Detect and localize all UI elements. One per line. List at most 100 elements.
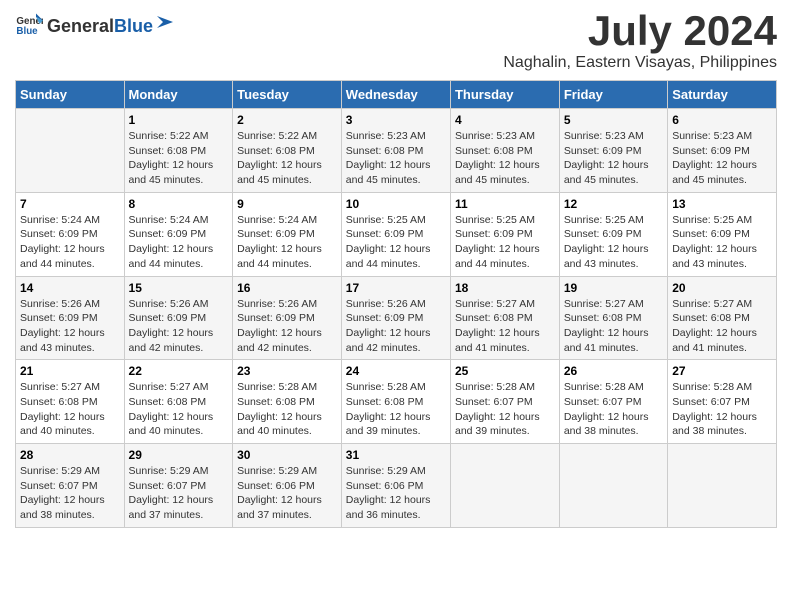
day-cell: 25Sunrise: 5:28 AM Sunset: 6:07 PM Dayli… xyxy=(450,360,559,444)
day-number: 5 xyxy=(564,113,663,127)
day-cell: 11Sunrise: 5:25 AM Sunset: 6:09 PM Dayli… xyxy=(450,192,559,276)
day-cell: 30 Sunrise: 5:29 AM Sunset: 6:06 PM Dayli… xyxy=(233,444,342,528)
day-info: Sunrise: 5:29 AM Sunset: 6:07 PM Dayligh… xyxy=(20,464,120,523)
day-number: 13 xyxy=(672,197,772,211)
day-cell: 14Sunrise: 5:26 AM Sunset: 6:09 PM Dayli… xyxy=(16,276,125,360)
day-cell: 18 Sunrise: 5:27 AM Sunset: 6:08 PM Dayli… xyxy=(450,276,559,360)
header-monday: Monday xyxy=(124,81,233,109)
day-info: Sunrise: 5:26 AM Sunset: 6:09 PM Dayligh… xyxy=(346,297,446,356)
day-cell: 24 Sunrise: 5:28 AM Sunset: 6:08 PM Dayli… xyxy=(341,360,450,444)
day-cell: 23Sunrise: 5:28 AM Sunset: 6:08 PM Dayli… xyxy=(233,360,342,444)
day-info: Sunrise: 5:24 AM Sunset: 6:09 PM Dayligh… xyxy=(20,213,120,272)
day-number: 12 xyxy=(564,197,663,211)
day-cell: 29 Sunrise: 5:29 AM Sunset: 6:07 PM Dayli… xyxy=(124,444,233,528)
day-number: 15 xyxy=(129,281,229,295)
day-number: 27 xyxy=(672,364,772,378)
day-cell: 28 Sunrise: 5:29 AM Sunset: 6:07 PM Dayli… xyxy=(16,444,125,528)
day-info: Sunrise: 5:23 AM Sunset: 6:08 PM Dayligh… xyxy=(455,129,555,188)
day-info: Sunrise: 5:25 AM Sunset: 6:09 PM Dayligh… xyxy=(672,213,772,272)
header-saturday: Saturday xyxy=(668,81,777,109)
day-info: Sunrise: 5:23 AM Sunset: 6:09 PM Dayligh… xyxy=(672,129,772,188)
day-info: Sunrise: 5:26 AM Sunset: 6:09 PM Dayligh… xyxy=(129,297,229,356)
day-cell: 17 Sunrise: 5:26 AM Sunset: 6:09 PM Dayli… xyxy=(341,276,450,360)
day-info: Sunrise: 5:24 AM Sunset: 6:09 PM Dayligh… xyxy=(237,213,337,272)
day-number: 20 xyxy=(672,281,772,295)
day-number: 11 xyxy=(455,197,555,211)
day-number: 4 xyxy=(455,113,555,127)
day-number: 29 xyxy=(129,448,229,462)
day-info: Sunrise: 5:28 AM Sunset: 6:08 PM Dayligh… xyxy=(237,380,337,439)
day-info: Sunrise: 5:28 AM Sunset: 6:08 PM Dayligh… xyxy=(346,380,446,439)
day-cell: 19 Sunrise: 5:27 AM Sunset: 6:08 PM Dayli… xyxy=(559,276,667,360)
day-cell: 7 Sunrise: 5:24 AM Sunset: 6:09 PM Daylig… xyxy=(16,192,125,276)
location: Naghalin, Eastern Visayas, Philippines xyxy=(503,54,777,72)
day-number: 28 xyxy=(20,448,120,462)
day-number: 18 xyxy=(455,281,555,295)
logo-icon: General Blue xyxy=(15,10,43,38)
day-cell xyxy=(668,444,777,528)
day-number: 8 xyxy=(129,197,229,211)
day-info: Sunrise: 5:25 AM Sunset: 6:09 PM Dayligh… xyxy=(346,213,446,272)
day-cell: 3 Sunrise: 5:23 AM Sunset: 6:08 PM Daylig… xyxy=(341,109,450,193)
day-number: 16 xyxy=(237,281,337,295)
day-number: 21 xyxy=(20,364,120,378)
day-number: 7 xyxy=(20,197,120,211)
day-cell: 8 Sunrise: 5:24 AM Sunset: 6:09 PM Daylig… xyxy=(124,192,233,276)
day-info: Sunrise: 5:24 AM Sunset: 6:09 PM Dayligh… xyxy=(129,213,229,272)
day-cell xyxy=(450,444,559,528)
day-info: Sunrise: 5:27 AM Sunset: 6:08 PM Dayligh… xyxy=(672,297,772,356)
calendar-table: SundayMondayTuesdayWednesdayThursdayFrid… xyxy=(15,80,777,528)
day-cell: 20 Sunrise: 5:27 AM Sunset: 6:08 PM Dayli… xyxy=(668,276,777,360)
day-info: Sunrise: 5:22 AM Sunset: 6:08 PM Dayligh… xyxy=(129,129,229,188)
day-cell: 4 Sunrise: 5:23 AM Sunset: 6:08 PM Daylig… xyxy=(450,109,559,193)
day-info: Sunrise: 5:29 AM Sunset: 6:06 PM Dayligh… xyxy=(237,464,337,523)
header-thursday: Thursday xyxy=(450,81,559,109)
day-cell: 1Sunrise: 5:22 AM Sunset: 6:08 PM Daylig… xyxy=(124,109,233,193)
day-cell: 21Sunrise: 5:27 AM Sunset: 6:08 PM Dayli… xyxy=(16,360,125,444)
day-number: 24 xyxy=(346,364,446,378)
day-number: 30 xyxy=(237,448,337,462)
day-cell: 27 Sunrise: 5:28 AM Sunset: 6:07 PM Dayli… xyxy=(668,360,777,444)
week-row-3: 14Sunrise: 5:26 AM Sunset: 6:09 PM Dayli… xyxy=(16,276,777,360)
header-wednesday: Wednesday xyxy=(341,81,450,109)
day-cell: 5 Sunrise: 5:23 AM Sunset: 6:09 PM Daylig… xyxy=(559,109,667,193)
logo-general: General xyxy=(47,16,114,37)
day-number: 31 xyxy=(346,448,446,462)
day-info: Sunrise: 5:23 AM Sunset: 6:08 PM Dayligh… xyxy=(346,129,446,188)
day-cell: 15 Sunrise: 5:26 AM Sunset: 6:09 PM Dayli… xyxy=(124,276,233,360)
day-info: Sunrise: 5:23 AM Sunset: 6:09 PM Dayligh… xyxy=(564,129,663,188)
day-number: 19 xyxy=(564,281,663,295)
day-cell: 9 Sunrise: 5:24 AM Sunset: 6:09 PM Daylig… xyxy=(233,192,342,276)
day-cell: 6Sunrise: 5:23 AM Sunset: 6:09 PM Daylig… xyxy=(668,109,777,193)
header-tuesday: Tuesday xyxy=(233,81,342,109)
day-cell: 26Sunrise: 5:28 AM Sunset: 6:07 PM Dayli… xyxy=(559,360,667,444)
day-info: Sunrise: 5:25 AM Sunset: 6:09 PM Dayligh… xyxy=(564,213,663,272)
day-info: Sunrise: 5:29 AM Sunset: 6:07 PM Dayligh… xyxy=(129,464,229,523)
title-area: July 2024 Naghalin, Eastern Visayas, Phi… xyxy=(503,10,777,72)
day-number: 10 xyxy=(346,197,446,211)
day-info: Sunrise: 5:26 AM Sunset: 6:09 PM Dayligh… xyxy=(237,297,337,356)
day-cell: 22Sunrise: 5:27 AM Sunset: 6:08 PM Dayli… xyxy=(124,360,233,444)
day-info: Sunrise: 5:28 AM Sunset: 6:07 PM Dayligh… xyxy=(672,380,772,439)
day-number: 22 xyxy=(129,364,229,378)
day-cell: 13 Sunrise: 5:25 AM Sunset: 6:09 PM Dayli… xyxy=(668,192,777,276)
week-row-2: 7 Sunrise: 5:24 AM Sunset: 6:09 PM Daylig… xyxy=(16,192,777,276)
day-cell: 16 Sunrise: 5:26 AM Sunset: 6:09 PM Dayli… xyxy=(233,276,342,360)
svg-text:Blue: Blue xyxy=(16,26,38,37)
week-row-4: 21Sunrise: 5:27 AM Sunset: 6:08 PM Dayli… xyxy=(16,360,777,444)
week-row-5: 28 Sunrise: 5:29 AM Sunset: 6:07 PM Dayli… xyxy=(16,444,777,528)
day-info: Sunrise: 5:22 AM Sunset: 6:08 PM Dayligh… xyxy=(237,129,337,188)
day-cell: 10 Sunrise: 5:25 AM Sunset: 6:09 PM Dayli… xyxy=(341,192,450,276)
day-info: Sunrise: 5:27 AM Sunset: 6:08 PM Dayligh… xyxy=(455,297,555,356)
day-number: 2 xyxy=(237,113,337,127)
day-cell: 31Sunrise: 5:29 AM Sunset: 6:06 PM Dayli… xyxy=(341,444,450,528)
day-number: 9 xyxy=(237,197,337,211)
page-header: General Blue GeneralBlue July 2024 Nagha… xyxy=(15,10,777,72)
day-cell xyxy=(559,444,667,528)
day-number: 17 xyxy=(346,281,446,295)
day-info: Sunrise: 5:26 AM Sunset: 6:09 PM Dayligh… xyxy=(20,297,120,356)
day-info: Sunrise: 5:27 AM Sunset: 6:08 PM Dayligh… xyxy=(564,297,663,356)
logo-blue: Blue xyxy=(114,16,153,37)
day-number: 3 xyxy=(346,113,446,127)
header-row: SundayMondayTuesdayWednesdayThursdayFrid… xyxy=(16,81,777,109)
